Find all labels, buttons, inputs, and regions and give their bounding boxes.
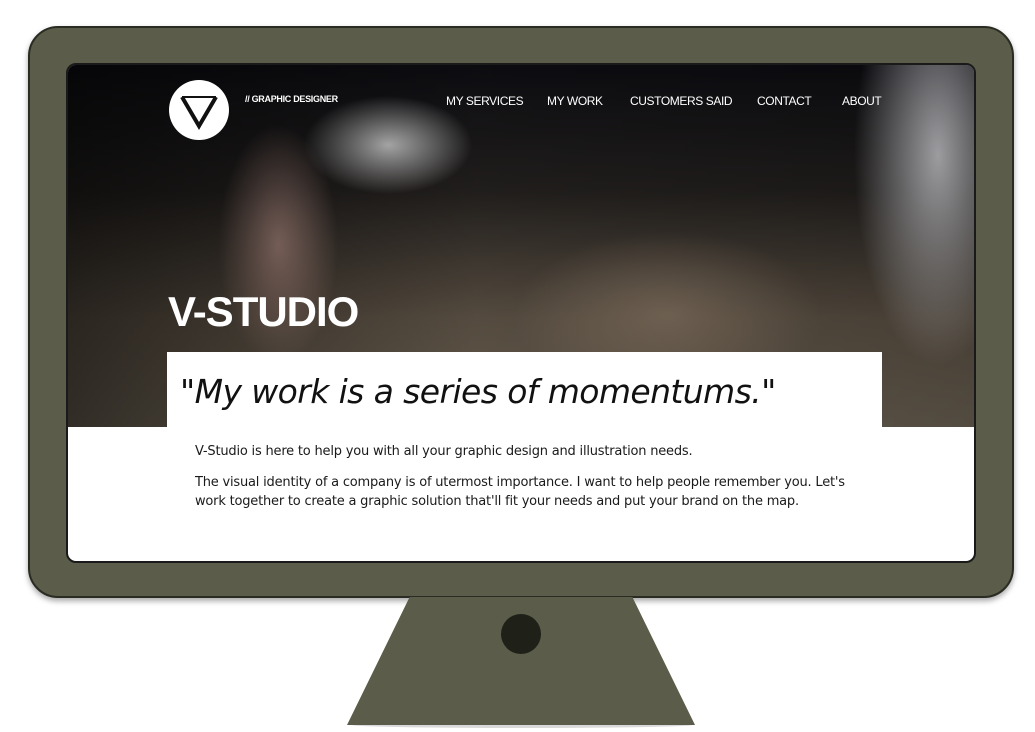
logo-v-mark (180, 95, 218, 130)
nav-about[interactable]: ABOUT (842, 94, 892, 108)
monitor-screen: // GRAPHIC DESIGNER MY SERVICES MY WORK … (66, 63, 976, 563)
intro-text: V-Studio is here to help you with all yo… (195, 442, 855, 523)
quote-box: "My work is a series of momentums." (167, 352, 882, 428)
intro-paragraph-1: V-Studio is here to help you with all yo… (195, 444, 693, 459)
logo-v-icon[interactable] (169, 80, 229, 140)
main-nav: MY SERVICES MY WORK CUSTOMERS SAID CONTA… (446, 94, 892, 108)
tagline: // GRAPHIC DESIGNER (245, 94, 338, 104)
nav-my-work[interactable]: MY WORK (547, 94, 630, 108)
nav-my-services[interactable]: MY SERVICES (446, 94, 547, 108)
nav-customers-said[interactable]: CUSTOMERS SAID (630, 94, 757, 108)
quote-text: "My work is a series of momentums." (180, 372, 776, 411)
site-title: V-STUDIO (168, 288, 359, 335)
power-button-dot (501, 614, 541, 654)
intro-paragraph-2: The visual identity of a company is of u… (195, 475, 845, 509)
nav-contact[interactable]: CONTACT (757, 94, 842, 108)
